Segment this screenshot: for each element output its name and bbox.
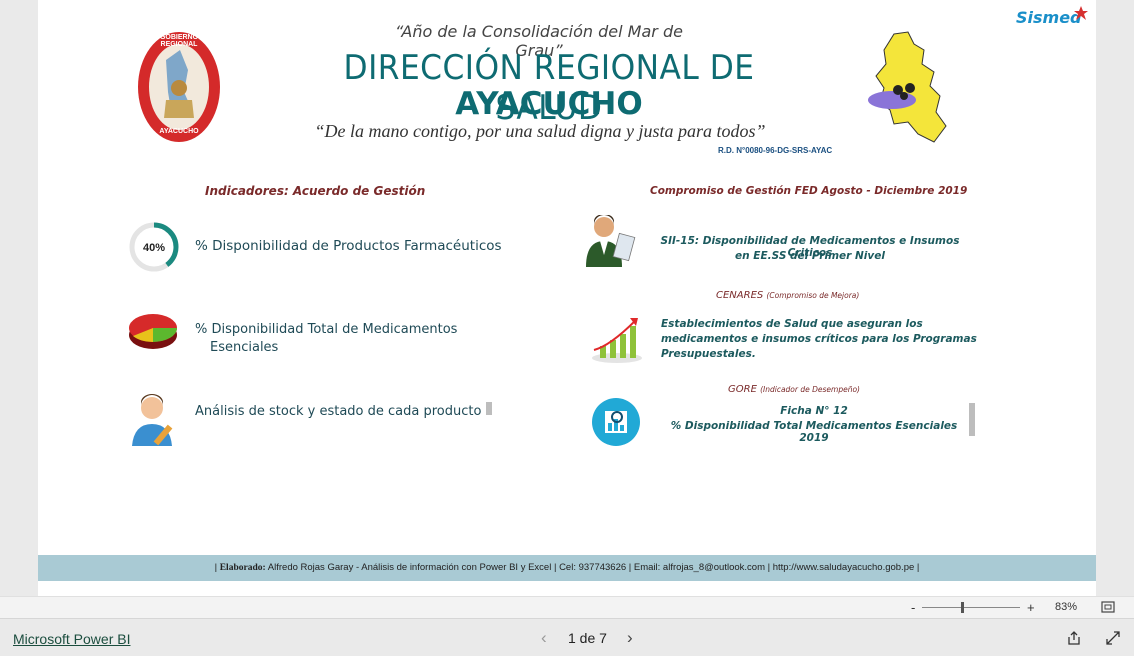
left-item-3-label[interactable]: Análisis de stock y estado de cada produ… bbox=[195, 404, 481, 419]
progress-ring-badge: 40% bbox=[143, 242, 165, 254]
zoom-slider-track[interactable] bbox=[922, 607, 1020, 608]
right-item-3-line1[interactable]: Ficha N° 12 bbox=[658, 405, 970, 417]
page-indicator: 1 de 7 bbox=[568, 630, 607, 646]
right-item-3-line2[interactable]: % Disponibilidad Total Medicamentos Esen… bbox=[658, 420, 970, 444]
user-edit-icon[interactable] bbox=[130, 394, 180, 448]
left-panel-heading: Indicadores: Acuerdo de Gestión bbox=[205, 184, 426, 198]
motto-bottom: “De la mano contigo, por una salud digna… bbox=[314, 121, 766, 141]
cenares-title-text: CENARES bbox=[716, 290, 764, 301]
resolution-number: R.D. N°0080-96-DG-SRS-AYAC bbox=[718, 146, 833, 155]
page-subtitle: AYACUCHO bbox=[455, 86, 643, 122]
ayacucho-map-icon bbox=[868, 31, 947, 143]
right-item-2-line2[interactable]: medicamentos e insumos críticos para los… bbox=[661, 333, 977, 345]
doctor-icon[interactable] bbox=[584, 215, 636, 269]
right-item-2-line3[interactable]: Presupuestales. bbox=[661, 348, 756, 360]
growth-chart-icon[interactable] bbox=[590, 316, 644, 364]
progress-ring-icon[interactable]: 40% bbox=[128, 221, 180, 273]
right-item-2-line1[interactable]: Establecimientos de Salud que aseguran l… bbox=[661, 318, 923, 330]
cenares-note: (Compromiso de Mejora) bbox=[766, 291, 860, 300]
fullscreen-icon[interactable] bbox=[1106, 631, 1120, 645]
right-item-1-line2[interactable]: en EE.SS del Primer Nivel bbox=[650, 250, 970, 262]
right-panel-scrollbar[interactable] bbox=[969, 403, 975, 436]
gore-note: (Indicador de Desempeño) bbox=[760, 385, 860, 394]
right-panel-heading: Compromiso de Gestión FED Agosto - Dicie… bbox=[650, 185, 968, 197]
pie-chart-icon[interactable] bbox=[127, 309, 179, 351]
left-item-1-label[interactable]: % Disponibilidad de Productos Farmacéuti… bbox=[195, 238, 502, 254]
zoom-in-button[interactable]: + bbox=[1027, 600, 1035, 615]
footer-credits: Alfredo Rojas Garay - Análisis de inform… bbox=[267, 562, 920, 573]
sismed-logo: Sismed bbox=[1016, 8, 1082, 27]
zoom-bar: - + 83% bbox=[0, 596, 1134, 619]
sismed-leaf-icon bbox=[1074, 6, 1088, 20]
report-footer: | Elaborado: Alfredo Rojas Garay - Análi… bbox=[38, 555, 1096, 581]
share-icon[interactable] bbox=[1067, 631, 1081, 645]
zoom-out-button[interactable]: - bbox=[911, 600, 915, 615]
left-item-2-label-line1[interactable]: % Disponibilidad Total de Medicamentos bbox=[195, 322, 457, 337]
zoom-level: 83% bbox=[1055, 601, 1078, 613]
seal-text-bottom: AYACUCHO bbox=[159, 128, 199, 135]
gore-title: GORE (Indicador de Desempeño) bbox=[728, 384, 860, 395]
analytics-icon[interactable] bbox=[591, 397, 641, 447]
zoom-slider-thumb[interactable] bbox=[961, 602, 965, 613]
next-page-button[interactable]: › bbox=[627, 628, 633, 648]
viewer-bottom-bar: Microsoft Power BI ‹ 1 de 7 › bbox=[0, 618, 1134, 656]
fit-page-icon[interactable] bbox=[1101, 601, 1115, 613]
report-canvas: GOBIERNO REGIONAL AYACUCHO “Año de la Co… bbox=[38, 0, 1096, 596]
prev-page-button[interactable]: ‹ bbox=[541, 628, 547, 648]
cenares-title: CENARES (Compromiso de Mejora) bbox=[716, 290, 859, 301]
left-item-2-label-line2[interactable]: Esenciales bbox=[210, 340, 278, 355]
seal-text-top: GOBIERNO REGIONAL bbox=[159, 34, 199, 48]
left-panel-scrollbar[interactable] bbox=[486, 402, 492, 415]
gore-title-text: GORE bbox=[728, 384, 757, 395]
footer-label: Elaborado: bbox=[219, 563, 266, 573]
footer-text: | Elaborado: Alfredo Rojas Garay - Análi… bbox=[214, 562, 920, 573]
power-bi-link[interactable]: Microsoft Power BI bbox=[13, 631, 130, 647]
